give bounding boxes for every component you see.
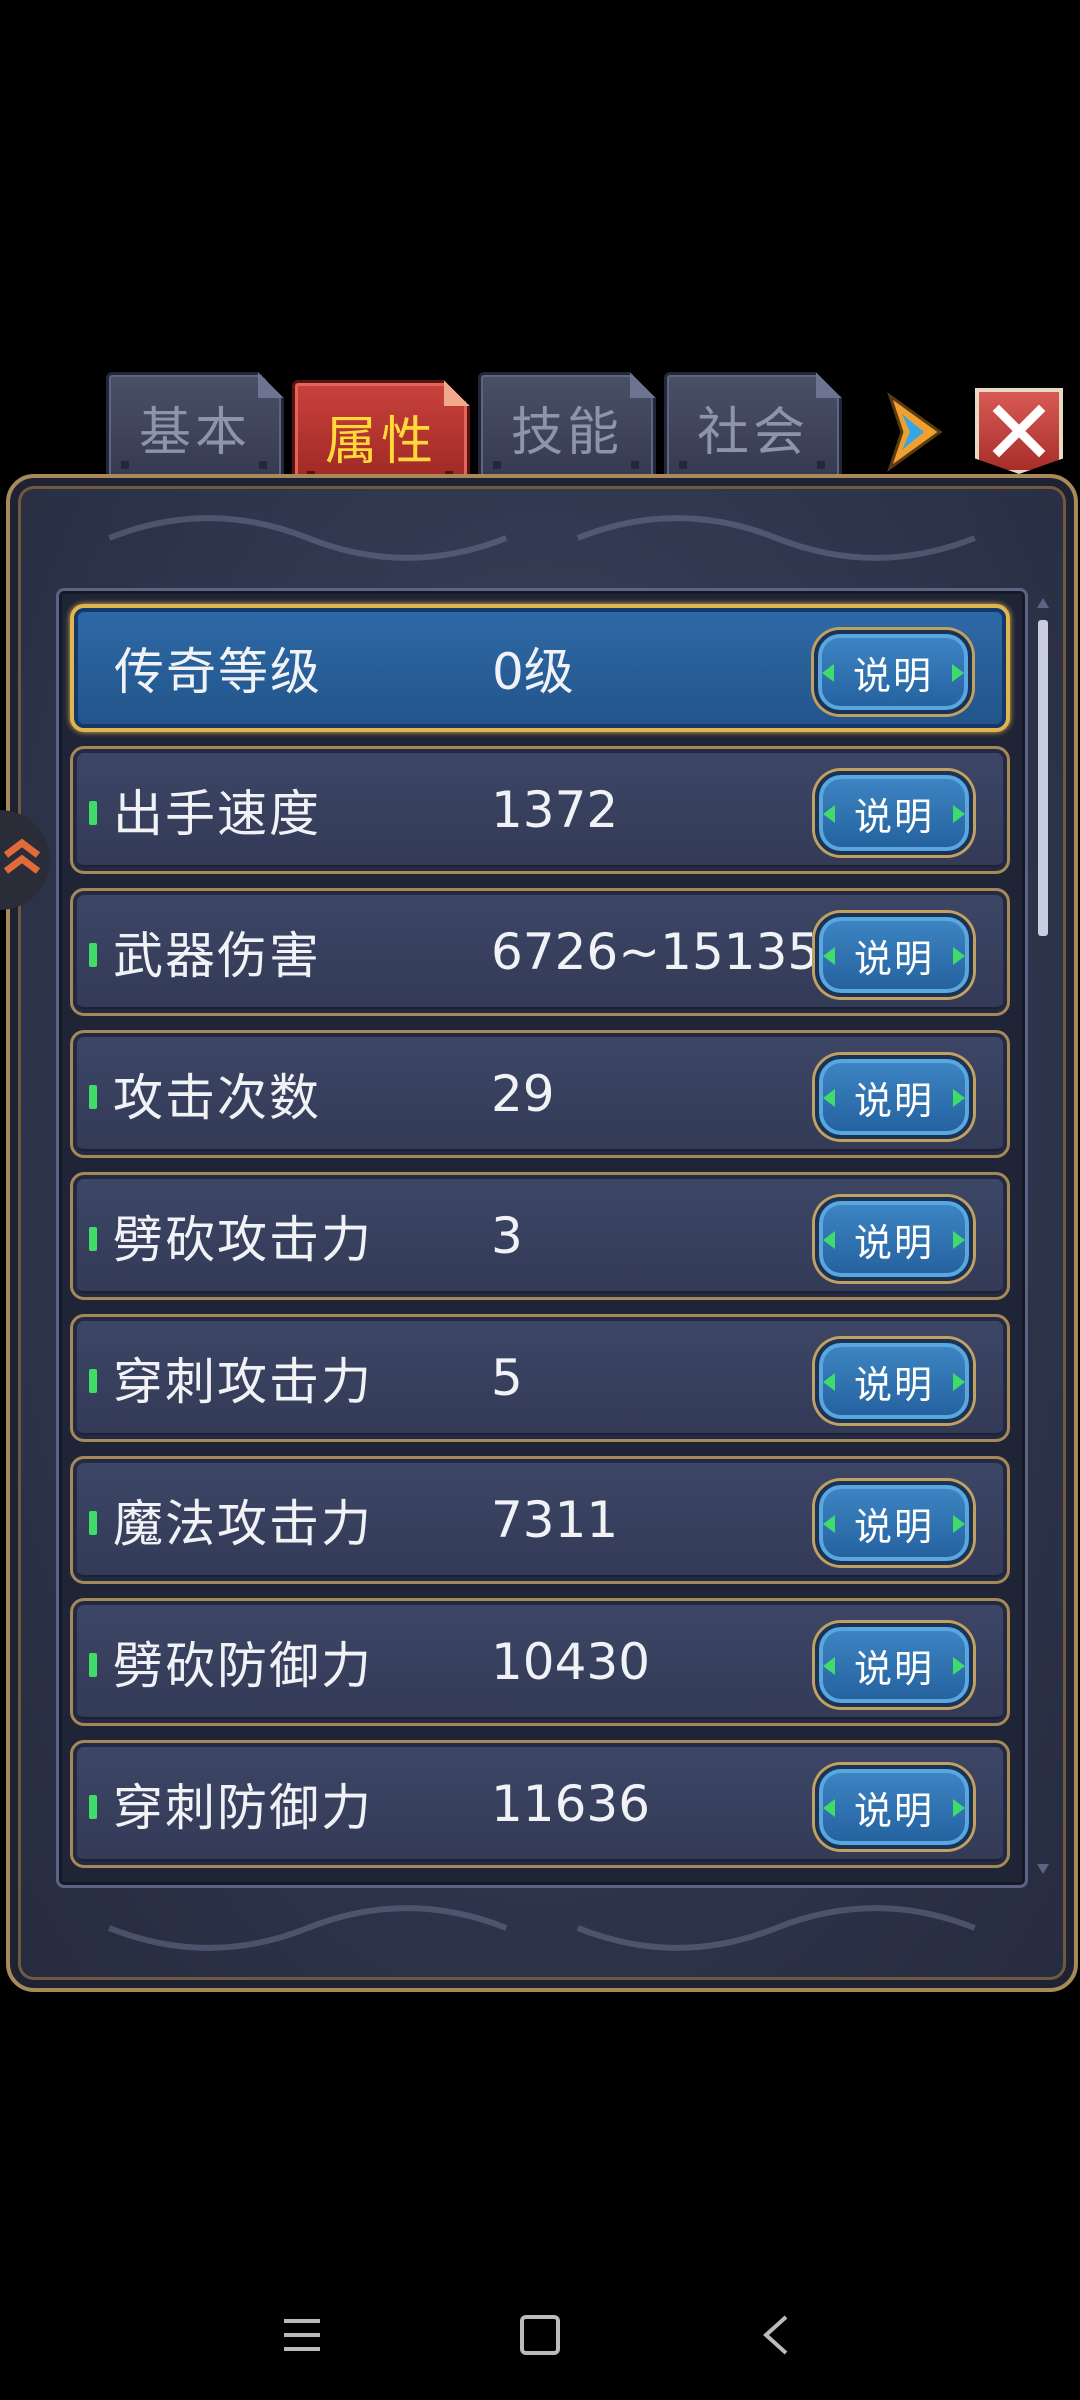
- tab-skills[interactable]: 技能: [478, 372, 656, 482]
- row-marker: [89, 1085, 97, 1109]
- list-item-magic-attack[interactable]: 魔法攻击力 7311 说明: [70, 1456, 1010, 1584]
- explain-button[interactable]: 说明: [815, 1481, 973, 1565]
- tab-social[interactable]: 社会: [664, 372, 842, 482]
- next-tab-button[interactable]: [880, 392, 948, 472]
- explain-button[interactable]: 说明: [815, 913, 973, 997]
- row-value: 29: [491, 1065, 555, 1123]
- row-marker: [89, 801, 97, 825]
- row-label: 攻击次数: [113, 1069, 321, 1127]
- nav-menu-button[interactable]: [262, 2300, 342, 2370]
- tab-attributes-label: 属性: [324, 411, 437, 472]
- row-label: 劈砍防御力: [113, 1637, 373, 1695]
- list-item-slash-defense[interactable]: 劈砍防御力 10430 说明: [70, 1598, 1010, 1726]
- explain-button-label: 说明: [852, 653, 933, 698]
- row-marker: [89, 1511, 97, 1535]
- ornament-bottom: [108, 1905, 976, 1951]
- row-marker: [89, 1653, 97, 1677]
- chevron-left-icon: [3, 838, 41, 874]
- menu-icon: [284, 2319, 320, 2351]
- scroll-down-icon: [1037, 1864, 1049, 1874]
- list-item-pierce-defense[interactable]: 穿刺防御力 11636 说明: [70, 1740, 1010, 1868]
- row-label: 穿刺攻击力: [113, 1353, 373, 1411]
- row-label: 劈砍攻击力: [113, 1211, 373, 1269]
- explain-button-label: 说明: [853, 794, 934, 839]
- back-icon: [763, 2315, 788, 2355]
- explain-button[interactable]: 说明: [814, 630, 972, 714]
- explain-button-label: 说明: [853, 936, 934, 981]
- row-value: 10430: [491, 1633, 651, 1691]
- explain-button-label: 说明: [853, 1646, 934, 1691]
- row-value: 1372: [491, 781, 619, 839]
- list-item-legend-level[interactable]: 传奇等级 0级 说明: [70, 604, 1010, 732]
- nav-home-button[interactable]: [500, 2300, 580, 2370]
- explain-button[interactable]: 说明: [815, 1765, 973, 1849]
- explain-button-label: 说明: [853, 1362, 934, 1407]
- explain-button-label: 说明: [853, 1220, 934, 1265]
- explain-button[interactable]: 说明: [815, 771, 973, 855]
- scroll-thumb[interactable]: [1038, 620, 1048, 936]
- ornament-top: [108, 515, 976, 561]
- close-button[interactable]: [975, 388, 1063, 474]
- home-icon: [520, 2315, 560, 2355]
- explain-button[interactable]: 说明: [815, 1197, 973, 1281]
- row-value: 3: [491, 1207, 523, 1265]
- tab-basic-label: 基本: [138, 402, 251, 463]
- explain-button[interactable]: 说明: [815, 1055, 973, 1139]
- list-item-attack-count[interactable]: 攻击次数 29 说明: [70, 1030, 1010, 1158]
- list-item-attack-speed[interactable]: 出手速度 1372 说明: [70, 746, 1010, 874]
- row-label: 传奇等级: [114, 643, 322, 701]
- scrollbar[interactable]: [1036, 596, 1050, 1876]
- row-value: 7311: [491, 1491, 619, 1549]
- row-marker: [89, 1227, 97, 1251]
- tab-social-label: 社会: [696, 402, 809, 463]
- explain-button[interactable]: 说明: [815, 1339, 973, 1423]
- list-item-pierce-attack[interactable]: 穿刺攻击力 5 说明: [70, 1314, 1010, 1442]
- row-value: 5: [491, 1349, 523, 1407]
- explain-button[interactable]: 说明: [815, 1623, 973, 1707]
- row-marker: [89, 1369, 97, 1393]
- explain-button-label: 说明: [853, 1078, 934, 1123]
- row-marker: [89, 1795, 97, 1819]
- arrow-right-icon: [887, 392, 943, 472]
- row-marker: [89, 943, 97, 967]
- row-label: 出手速度: [113, 785, 321, 843]
- row-label: 穿刺防御力: [113, 1779, 373, 1837]
- tab-skills-label: 技能: [510, 402, 623, 463]
- row-value: 6726~15135: [491, 923, 820, 981]
- row-label: 魔法攻击力: [113, 1495, 373, 1553]
- row-label: 武器伤害: [113, 927, 321, 985]
- explain-button-label: 说明: [853, 1504, 934, 1549]
- tab-basic[interactable]: 基本: [106, 372, 284, 482]
- nav-back-button[interactable]: [736, 2300, 816, 2370]
- row-value: 0级: [492, 643, 574, 701]
- row-value: 11636: [491, 1775, 651, 1833]
- list-item-slash-attack[interactable]: 劈砍攻击力 3 说明: [70, 1172, 1010, 1300]
- explain-button-label: 说明: [853, 1788, 934, 1833]
- close-icon: [992, 404, 1046, 458]
- scroll-up-icon: [1037, 598, 1049, 608]
- list-item-weapon-damage[interactable]: 武器伤害 6726~15135 说明: [70, 888, 1010, 1016]
